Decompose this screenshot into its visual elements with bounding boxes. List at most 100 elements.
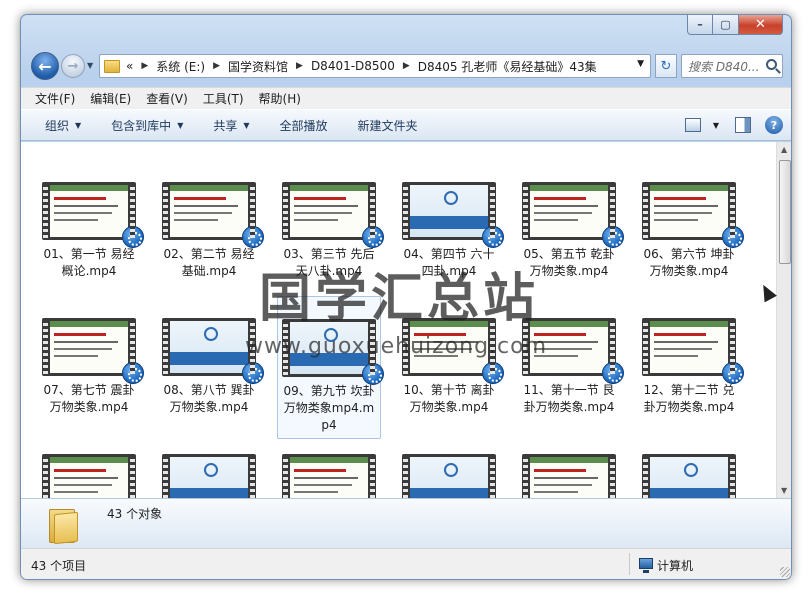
menu-help[interactable]: 帮助(H) xyxy=(259,90,301,107)
chevron-right-icon[interactable]: ▶ xyxy=(403,61,410,71)
slide-preview xyxy=(50,457,128,498)
breadcrumb-drive[interactable]: 系统 (E:) xyxy=(156,58,205,75)
file-item[interactable]: 09、第九节 坎卦万物类象mp4.mp4 xyxy=(277,296,384,439)
address-bar[interactable]: « ▶ 系统 (E:) ▶ 国学资料馆 ▶ D8401-D8500 ▶ D840… xyxy=(99,54,651,78)
slide-preview xyxy=(530,457,608,498)
video-thumbnail xyxy=(42,318,144,384)
media-player-icon xyxy=(122,362,144,384)
file-item[interactable]: 01、第一节 易经概论.mp4 xyxy=(37,182,144,280)
slide-header xyxy=(50,321,128,327)
new-folder-button[interactable]: 新建文件夹 xyxy=(358,117,418,134)
file-item[interactable]: 06、第六节 坤卦万物类象.mp4 xyxy=(637,182,744,280)
computer-icon xyxy=(639,558,653,573)
refresh-icon: ↻ xyxy=(660,58,672,74)
view-options-icon[interactable] xyxy=(684,118,701,132)
scroll-down-arrow[interactable]: ▼ xyxy=(781,486,787,495)
slide-preview xyxy=(290,457,368,498)
video-thumbnail xyxy=(282,319,384,385)
organize-button[interactable]: 组织 ▼ xyxy=(45,117,81,134)
file-item[interactable] xyxy=(517,454,621,498)
slide-line xyxy=(654,333,706,336)
chevron-right-icon[interactable]: ▶ xyxy=(213,61,220,71)
maximize-button[interactable]: ▢ xyxy=(713,15,739,35)
share-button[interactable]: 共享 ▼ xyxy=(213,117,249,134)
chevron-down-icon[interactable]: ▼ xyxy=(713,121,719,130)
close-button[interactable]: ✕ xyxy=(739,15,783,35)
menu-file[interactable]: 文件(F) xyxy=(35,90,75,107)
preview-pane-icon[interactable] xyxy=(735,117,751,133)
search-input[interactable]: 搜索 D840... xyxy=(681,54,783,78)
menu-tools[interactable]: 工具(T) xyxy=(203,90,244,107)
slide-preview xyxy=(650,321,728,373)
file-name: 07、第七节 震卦万物类象.mp4 xyxy=(43,383,135,414)
file-item[interactable]: 10、第十节 离卦万物类象.mp4 xyxy=(397,318,504,416)
search-placeholder: 搜索 D840... xyxy=(688,59,760,74)
slide-header xyxy=(410,321,488,327)
minimize-button[interactable]: – xyxy=(687,15,713,35)
slide-line xyxy=(294,491,338,493)
slide-header xyxy=(50,185,128,191)
file-item[interactable]: 03、第三节 先后天八卦.mp4 xyxy=(277,182,384,280)
resize-grip[interactable] xyxy=(780,567,790,577)
breadcrumb-range[interactable]: D8401-D8500 xyxy=(311,59,395,73)
arrow-right-icon: → xyxy=(67,58,79,74)
scrollbar-thumb[interactable] xyxy=(779,160,791,264)
back-button[interactable]: ← xyxy=(31,52,59,80)
slide-header xyxy=(650,185,728,191)
include-library-button[interactable]: 包含到库中 ▼ xyxy=(111,117,183,134)
file-item[interactable]: 05、第五节 乾卦万物类象.mp4 xyxy=(517,182,624,280)
location-label: 计算机 xyxy=(657,559,694,573)
file-name: 01、第一节 易经概论.mp4 xyxy=(43,247,135,278)
help-icon[interactable]: ? xyxy=(765,116,783,134)
object-count: 43 个对象 xyxy=(107,507,163,521)
file-name: 12、第十二节 兑卦万物类象.mp4 xyxy=(643,383,735,414)
file-view[interactable]: 01、第一节 易经概论.mp4 02、第二节 易经基础.mp4 03、第三节 先后天… xyxy=(21,142,791,498)
menu-view[interactable]: 查看(V) xyxy=(146,90,188,107)
slide-line xyxy=(654,219,698,221)
taiji-icon xyxy=(204,463,218,477)
file-item[interactable] xyxy=(397,454,501,498)
menu-edit[interactable]: 编辑(E) xyxy=(90,90,131,107)
chevron-down-icon: ▼ xyxy=(243,120,250,130)
slide-line xyxy=(174,205,238,207)
video-thumbnail xyxy=(642,318,744,384)
slide-line xyxy=(294,484,352,486)
play-all-button[interactable]: 全部播放 xyxy=(280,117,328,134)
slide-preview xyxy=(650,457,728,498)
file-item[interactable]: 12、第十二节 兑卦万物类象.mp4 xyxy=(637,318,744,416)
file-item[interactable]: 07、第七节 震卦万物类象.mp4 xyxy=(37,318,144,416)
breadcrumb-overflow[interactable]: « xyxy=(126,59,133,73)
video-thumbnail xyxy=(282,454,376,498)
file-item[interactable] xyxy=(157,454,261,498)
slide-header xyxy=(290,185,368,191)
file-item[interactable] xyxy=(37,454,141,498)
forward-button[interactable]: → xyxy=(61,54,85,78)
file-item[interactable] xyxy=(277,454,381,498)
slide-line xyxy=(534,469,586,472)
chevron-down-icon: ▼ xyxy=(75,120,82,130)
breadcrumb-library[interactable]: 国学资料馆 xyxy=(228,58,288,75)
chevron-down-icon[interactable]: ▼ xyxy=(637,59,644,69)
slide-line xyxy=(414,341,478,343)
recent-pages-button[interactable]: ▼ xyxy=(87,61,93,70)
vertical-scrollbar[interactable]: ▲ ▼ xyxy=(776,142,791,498)
video-thumbnail xyxy=(162,318,264,384)
scroll-up-arrow[interactable]: ▲ xyxy=(781,145,787,154)
file-name: 03、第三节 先后天八卦.mp4 xyxy=(283,247,375,278)
file-item[interactable]: 02、第二节 易经基础.mp4 xyxy=(157,182,264,280)
title-band xyxy=(290,353,368,366)
status-bar: 43 个项目 计算机 xyxy=(21,548,791,579)
chevron-right-icon[interactable]: ▶ xyxy=(296,61,303,71)
media-player-icon xyxy=(362,226,384,248)
file-item[interactable]: 11、第十一节 艮卦万物类象.mp4 xyxy=(517,318,624,416)
chevron-right-icon[interactable]: ▶ xyxy=(141,61,148,71)
file-item[interactable] xyxy=(637,454,741,498)
slide-line xyxy=(54,491,98,493)
slide-line xyxy=(174,212,232,214)
file-item[interactable]: 08、第八节 巽卦万物类象.mp4 xyxy=(157,318,264,416)
file-item[interactable]: 04、第四节 六十四卦.mp4 xyxy=(397,182,504,280)
breadcrumb-current[interactable]: D8405 孔老师《易经基础》43集 xyxy=(418,58,597,75)
title-band xyxy=(410,488,488,498)
search-icon[interactable] xyxy=(766,59,777,70)
refresh-button[interactable]: ↻ xyxy=(655,54,677,78)
